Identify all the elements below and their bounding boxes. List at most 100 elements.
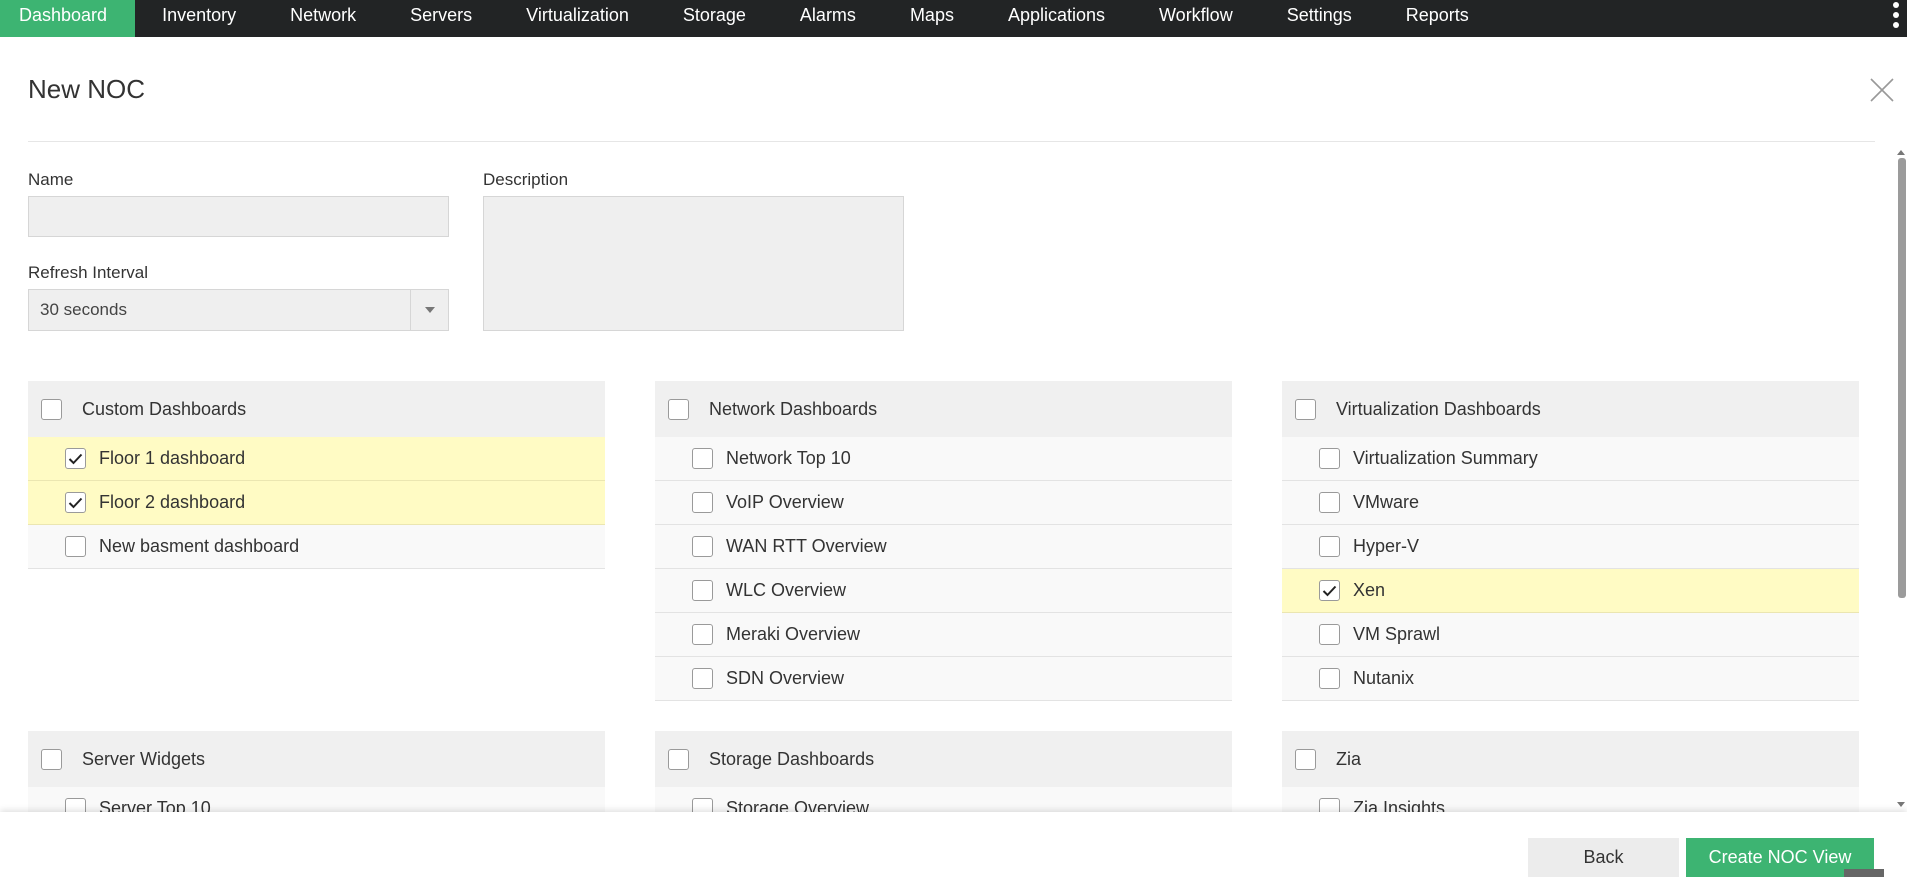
checkbox[interactable] (692, 448, 713, 469)
list-item-label: Zia Insights (1353, 798, 1446, 812)
list-item[interactable]: Server Top 10 (28, 787, 605, 812)
list-item[interactable]: Nutanix (1282, 657, 1859, 701)
list-item-label: VM Sprawl (1353, 624, 1441, 644)
scrollbar-thumb[interactable] (1898, 158, 1906, 598)
checkbox-checked[interactable] (65, 448, 86, 469)
list-item[interactable]: Xen (1282, 569, 1859, 613)
list-item-label: Floor 2 dashboard (99, 492, 246, 512)
list-item[interactable]: New basment dashboard (28, 525, 605, 569)
list-item-label: Xen (1353, 580, 1386, 600)
scroll-up-arrow-icon[interactable] (1897, 150, 1905, 155)
checkbox[interactable] (692, 492, 713, 513)
refresh-interval-select[interactable]: 30 seconds (28, 289, 449, 331)
check-icon (1322, 585, 1337, 596)
refresh-interval-value: 30 seconds (40, 300, 127, 319)
list-item[interactable]: Meraki Overview (655, 613, 1232, 657)
panel-header[interactable]: Server Widgets (28, 731, 605, 787)
list-item[interactable]: Hyper-V (1282, 525, 1859, 569)
panel-custom-dashboards: Custom Dashboards Floor 1 dashboard Floo… (28, 381, 605, 569)
description-input[interactable] (483, 196, 904, 331)
panel-title: Server Widgets (82, 748, 206, 769)
scroll-down-arrow-icon[interactable] (1897, 802, 1905, 807)
panel-virtualization-dashboards: Virtualization Dashboards Virtualization… (1282, 381, 1859, 701)
list-item-label: Meraki Overview (726, 624, 861, 644)
list-item[interactable]: Floor 1 dashboard (28, 437, 605, 481)
list-item-label: Nutanix (1353, 668, 1415, 688)
list-item[interactable]: WAN RTT Overview (655, 525, 1232, 569)
panel-header[interactable]: Network Dashboards (655, 381, 1232, 437)
checkbox[interactable] (692, 580, 713, 601)
checkbox[interactable] (692, 624, 713, 645)
panel-title: Storage Dashboards (709, 748, 875, 769)
list-item[interactable]: WLC Overview (655, 569, 1232, 613)
check-icon (68, 497, 83, 508)
select-all-checkbox[interactable] (41, 748, 62, 770)
select-all-checkbox[interactable] (1295, 398, 1316, 420)
list-item-label: Storage Overview (726, 798, 870, 812)
dashboard-panels: Custom Dashboards Floor 1 dashboard Floo… (0, 361, 1880, 812)
list-item-label: New basment dashboard (99, 536, 300, 556)
checkbox[interactable] (65, 798, 86, 812)
tab-dashboard[interactable]: Dashboard (0, 0, 136, 37)
tab-virtualization[interactable]: Virtualization (499, 0, 656, 37)
panel-storage-dashboards: Storage Dashboards Storage Overview (655, 731, 1232, 812)
list-item[interactable]: Network Top 10 (655, 437, 1232, 481)
tab-alarms[interactable]: Alarms (773, 0, 883, 37)
list-item-label: Hyper-V (1353, 536, 1420, 556)
back-button[interactable]: Back (1528, 838, 1679, 877)
checkbox-checked[interactable] (65, 492, 86, 513)
name-input[interactable] (28, 196, 449, 237)
list-item[interactable]: Virtualization Summary (1282, 437, 1859, 481)
tab-applications[interactable]: Applications (981, 0, 1132, 37)
panel-server-widgets: Server Widgets Server Top 10 (28, 731, 605, 812)
tab-storage[interactable]: Storage (656, 0, 773, 37)
chevron-down-icon[interactable] (410, 290, 448, 330)
kebab-vertical-icon[interactable] (1885, 0, 1907, 30)
name-label: Name (28, 170, 74, 189)
close-icon[interactable] (1869, 77, 1895, 103)
tab-network[interactable]: Network (263, 0, 383, 37)
tab-servers[interactable]: Servers (383, 0, 499, 37)
list-item-label: SDN Overview (726, 668, 845, 688)
panel-header[interactable]: Custom Dashboards (28, 381, 605, 437)
checkbox[interactable] (1319, 448, 1340, 469)
panel-header[interactable]: Storage Dashboards (655, 731, 1232, 787)
panel-header[interactable]: Zia (1282, 731, 1859, 787)
select-all-checkbox[interactable] (668, 398, 689, 420)
checkbox[interactable] (692, 536, 713, 557)
panel-zia: Zia Zia Insights (1282, 731, 1859, 812)
list-item[interactable]: VM Sprawl (1282, 613, 1859, 657)
list-item[interactable]: SDN Overview (655, 657, 1232, 701)
list-item[interactable]: Zia Insights (1282, 787, 1859, 812)
list-item-label: VoIP Overview (726, 492, 844, 512)
checkbox[interactable] (1319, 798, 1340, 812)
checkbox[interactable] (1319, 668, 1340, 689)
header-divider (28, 141, 1875, 142)
checkbox[interactable] (692, 798, 713, 812)
select-all-checkbox[interactable] (1295, 748, 1316, 770)
checkbox[interactable] (692, 668, 713, 689)
list-item-label: WLC Overview (726, 580, 847, 600)
tab-maps[interactable]: Maps (883, 0, 981, 37)
list-item[interactable]: VoIP Overview (655, 481, 1232, 525)
tab-reports[interactable]: Reports (1379, 0, 1496, 37)
select-all-checkbox[interactable] (41, 398, 62, 420)
list-item[interactable]: Floor 2 dashboard (28, 481, 605, 525)
panel-header[interactable]: Virtualization Dashboards (1282, 381, 1859, 437)
list-item[interactable]: Storage Overview (655, 787, 1232, 812)
checkbox-checked[interactable] (1319, 580, 1340, 601)
tab-inventory[interactable]: Inventory (135, 0, 263, 37)
page-title: New NOC (28, 74, 146, 104)
select-all-checkbox[interactable] (668, 748, 689, 770)
list-item-label: Floor 1 dashboard (99, 448, 246, 468)
list-item[interactable]: VMware (1282, 481, 1859, 525)
checkbox[interactable] (65, 536, 86, 557)
checkbox[interactable] (1319, 536, 1340, 557)
checkbox[interactable] (1319, 492, 1340, 513)
checkbox[interactable] (1319, 624, 1340, 645)
list-item-label: WAN RTT Overview (726, 536, 887, 556)
tab-workflow[interactable]: Workflow (1132, 0, 1260, 37)
tab-settings[interactable]: Settings (1260, 0, 1379, 37)
refresh-interval-label: Refresh Interval (28, 263, 148, 282)
check-icon (68, 453, 83, 464)
